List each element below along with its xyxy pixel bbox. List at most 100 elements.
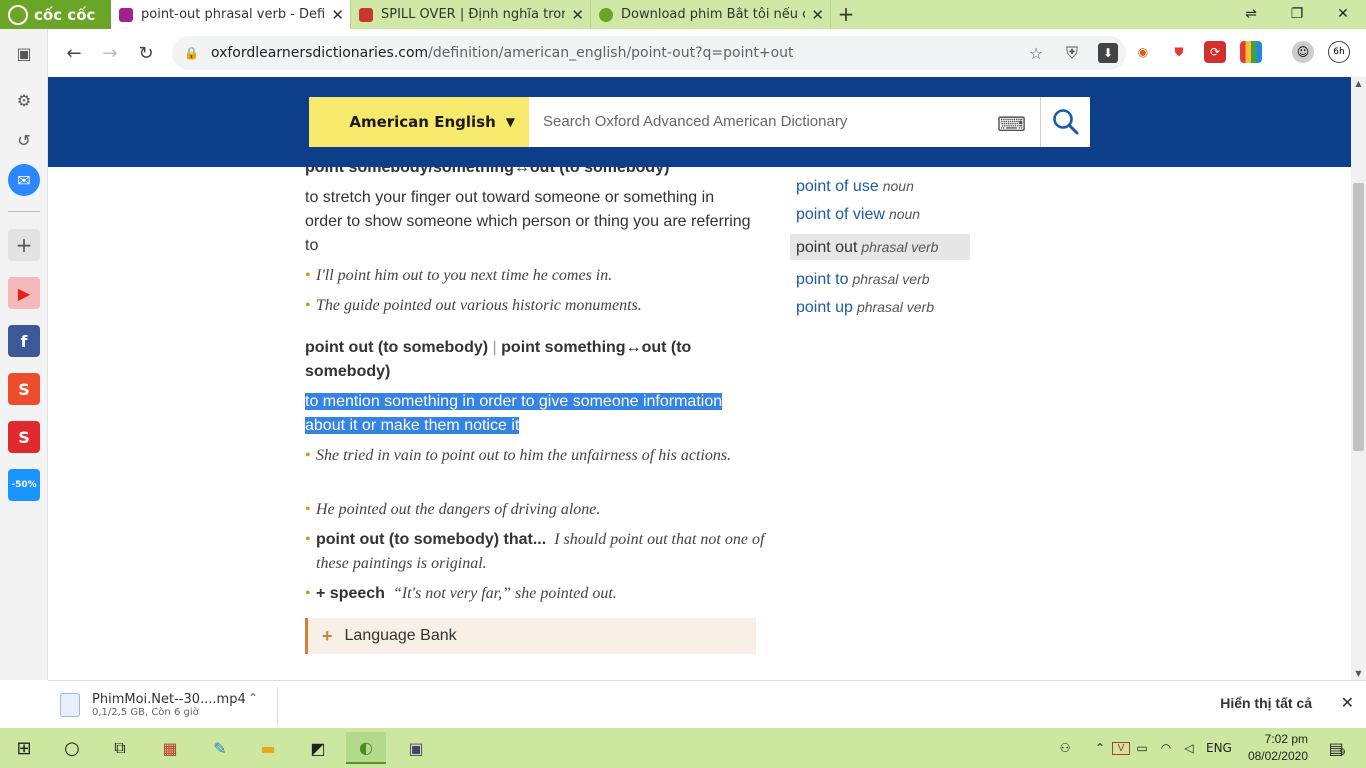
bookmark-star-icon[interactable]: ☆ (1018, 44, 1054, 63)
back-icon[interactable]: ← (56, 43, 92, 64)
coccoc-taskbar-icon[interactable]: ◐ (346, 732, 386, 764)
download-icon[interactable]: ⬇ (1098, 43, 1118, 63)
youtube-icon[interactable]: ▶ (8, 277, 40, 309)
definition-1: to stretch your finger out toward someon… (305, 189, 751, 254)
window-controls: ⇌ ❐ ✕ (1228, 0, 1366, 29)
scrollbar-thumb[interactable] (1353, 183, 1364, 451)
site-header: American English▼ ⌨ (48, 77, 1351, 167)
extension-red-icon[interactable]: ⟳ (1204, 41, 1226, 63)
browser-sidebar: ▣ ⚙ ↺ ✉ + ▶ f S S -50% (0, 29, 48, 680)
sense-2-headline: point out (to somebody) | point somethin… (305, 339, 692, 380)
close-tab-icon[interactable]: ✕ (331, 6, 344, 24)
search-button[interactable] (1040, 97, 1090, 147)
related-point-of-use[interactable]: point of use noun (790, 173, 914, 199)
download-bar: PhimMoi.Net--30....mp4 0,1/2,5 GB, Còn 6… (48, 680, 1366, 728)
example-2: The guide pointed out various historic m… (305, 294, 765, 318)
chevron-down-icon: ▼ (505, 115, 515, 129)
close-tab-icon[interactable]: ✕ (571, 6, 584, 24)
url-text: oxfordlearnersdictionaries.com/definitio… (210, 45, 794, 61)
example-3: She tried in vain to point out to him th… (305, 444, 745, 468)
page-viewport: point somebody/something↔out (to somebod… (48, 77, 1351, 680)
related-point-to[interactable]: point to phrasal verb (790, 266, 930, 292)
forward-icon[interactable]: → (92, 43, 128, 64)
task-view-icon[interactable]: ⧉ (100, 732, 140, 764)
reload-icon[interactable]: ↻ (128, 43, 164, 64)
restore-icon[interactable]: ❐ (1274, 0, 1320, 29)
language-indicator[interactable]: ENG (1206, 741, 1232, 755)
minimize-icon[interactable]: ⇌ (1228, 0, 1274, 29)
page-scrollbar[interactable]: ▲ ▼ (1351, 77, 1366, 680)
tiki-icon[interactable]: -50% (8, 469, 40, 501)
search-icon (1052, 109, 1078, 135)
windows-start-icon[interactable]: ⊞ (4, 732, 44, 764)
volume-icon[interactable]: ◁ (1178, 741, 1200, 755)
coccoc-logo[interactable]: cốc cốc (0, 0, 111, 29)
lock-icon: 🔒 (184, 46, 199, 60)
file-icon (60, 693, 80, 717)
tab-spill-over[interactable]: SPILL OVER | Định nghĩa trong ✕ (351, 0, 591, 29)
phimmoi-favicon-icon (599, 7, 613, 22)
search-circle-icon[interactable]: ○ (52, 732, 92, 764)
search-input[interactable] (543, 97, 983, 145)
show-all-downloads-button[interactable]: Hiển thị tất cả (1220, 695, 1312, 711)
shopee-icon[interactable]: S (8, 373, 40, 405)
profile-badge[interactable]: 6h (1328, 41, 1350, 63)
definition-2-highlighted: to mention something in order to give so… (305, 393, 723, 434)
related-point-up[interactable]: point up phrasal verb (790, 294, 934, 320)
tab-strip: cốc cốc point-out phrasal verb - Defin ✕… (0, 0, 1366, 29)
example-6: + speech “It's not very far,” she pointe… (305, 582, 765, 606)
app-icon-3[interactable]: ▣ (396, 732, 436, 764)
dictionary-select[interactable]: American English ▼ (309, 97, 529, 147)
address-bar[interactable]: 🔒 oxfordlearnersdictionaries.com/definit… (172, 36, 1126, 70)
adblock-icon[interactable]: ⛊ (1168, 41, 1190, 63)
cambridge-favicon-icon (359, 7, 373, 22)
shield-icon[interactable]: ⛨ (1054, 43, 1090, 63)
new-tab-button[interactable]: + (831, 0, 861, 29)
notification-center-icon[interactable]: ▤ 9 (1322, 728, 1352, 768)
related-point-out-active[interactable]: point out phrasal verb (790, 234, 970, 260)
app-icon-1[interactable]: ▦ (150, 732, 190, 764)
search-input-wrapper: ⌨ (529, 97, 1040, 147)
windows-taskbar: ⊞ ○ ⧉ ▦ ✎ ▬ ◩ ◐ ▣ ⚇ ⌃ V ▭ ◠ ◁ ENG 7:02 p… (0, 728, 1366, 768)
settings-icon[interactable]: ⚙ (8, 84, 40, 116)
wifi-icon[interactable]: ◠ (1154, 741, 1178, 755)
search-bar: American English▼ ⌨ (309, 97, 1090, 147)
sendo-icon[interactable]: S (8, 421, 40, 453)
people-icon[interactable]: ⚇ (1054, 741, 1076, 755)
clock[interactable]: 7:02 pm 08/02/2020 (1248, 731, 1308, 765)
app-icon-2[interactable]: ✎ (200, 732, 240, 764)
example-1: I'll point him out to you next time he c… (305, 264, 765, 288)
file-explorer-icon[interactable]: ▬ (248, 732, 288, 764)
coccoc-logo-icon (8, 4, 28, 25)
chevron-up-icon[interactable]: ⌃ (1088, 741, 1112, 755)
sidebar-toggle-icon[interactable]: ▣ (8, 37, 40, 69)
close-icon[interactable]: ✕ (1320, 0, 1366, 29)
sidebar-divider (8, 211, 40, 212)
language-bank-toggle[interactable]: + Language Bank (305, 618, 756, 654)
system-tray: ⚇ ⌃ V ▭ ◠ ◁ ENG (1054, 728, 1232, 768)
history-icon[interactable]: ↺ (8, 124, 40, 156)
download-divider (277, 687, 278, 723)
unikey-icon[interactable]: V (1112, 741, 1130, 755)
facebook-icon[interactable]: f (8, 325, 40, 357)
oxford-favicon-icon (119, 7, 133, 22)
extension-grid-icon[interactable] (1240, 41, 1262, 63)
messenger-icon[interactable]: ✉ (8, 164, 40, 196)
address-bar-actions: ☆ ⛨ ⬇ (1018, 36, 1118, 70)
tab-download-phim[interactable]: Download phim Bắt tôi nếu c ✕ (591, 0, 831, 29)
close-tab-icon[interactable]: ✕ (811, 6, 824, 24)
keyboard-icon[interactable]: ⌨ (997, 112, 1026, 137)
tab-point-out[interactable]: point-out phrasal verb - Defin ✕ (111, 0, 351, 29)
avatar[interactable]: ☺ (1292, 41, 1314, 63)
close-download-bar-icon[interactable]: ✕ (1341, 693, 1354, 712)
plus-icon: + (322, 625, 333, 646)
scroll-up-icon[interactable]: ▲ (1351, 79, 1366, 88)
chevron-up-icon[interactable]: ⌃ (248, 691, 258, 705)
battery-icon[interactable]: ▭ (1130, 741, 1154, 755)
add-shortcut-icon[interactable]: + (8, 229, 40, 261)
sticky-notes-icon[interactable]: ◩ (298, 732, 338, 764)
download-item[interactable]: PhimMoi.Net--30....mp4 0,1/2,5 GB, Còn 6… (60, 687, 275, 723)
related-point-of-view[interactable]: point of view noun (790, 201, 920, 227)
extension-icon[interactable]: ◉ (1132, 41, 1154, 63)
scroll-down-icon[interactable]: ▼ (1351, 669, 1366, 678)
